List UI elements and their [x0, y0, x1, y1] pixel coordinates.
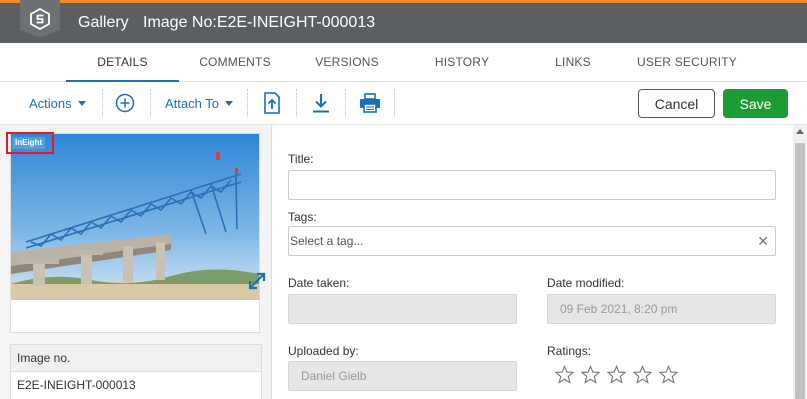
- tab-links[interactable]: LINKS: [533, 43, 613, 82]
- print-icon: [360, 93, 380, 113]
- cancel-button[interactable]: Cancel: [638, 89, 715, 118]
- details-form: Title: Tags: Select a tag... ✕ Date take…: [273, 125, 793, 399]
- toolbar-divider: [102, 89, 103, 117]
- upload-file-icon: [264, 92, 280, 114]
- clear-icon[interactable]: ✕: [757, 233, 769, 250]
- rating-stars[interactable]: [555, 365, 678, 384]
- star-icon[interactable]: [555, 365, 574, 384]
- tags-label: Tags:: [288, 210, 317, 224]
- watermark-highlight: InEight: [6, 132, 54, 154]
- actions-label: Actions: [29, 95, 72, 111]
- print-button[interactable]: [359, 82, 381, 124]
- uploaded-by-label: Uploaded by:: [288, 344, 359, 358]
- page-title: Image No:E2E-INEIGHT-000013: [143, 14, 376, 31]
- title-bar: Gallery Image No:E2E-INEIGHT-000013: [0, 0, 807, 43]
- star-icon[interactable]: [581, 365, 600, 384]
- attach-to-label: Attach To: [165, 95, 219, 111]
- table-cell: E2E-INEIGHT-000013: [17, 378, 136, 392]
- image-info-table: Image no. E2E-INEIGHT-000013: [10, 344, 262, 399]
- image-preview[interactable]: [11, 134, 259, 300]
- chevron-down-icon: [224, 100, 233, 106]
- tab-history[interactable]: HISTORY: [412, 43, 512, 82]
- star-icon[interactable]: [659, 365, 678, 384]
- company-badge: InEight: [12, 137, 46, 149]
- tags-select[interactable]: Select a tag... ✕: [288, 226, 776, 256]
- attach-to-dropdown[interactable]: Attach To: [165, 82, 233, 124]
- table-header: Image no.: [11, 345, 261, 372]
- section-title: Gallery: [78, 14, 129, 31]
- date-modified-field: 09 Feb 2021, 8:20 pm: [547, 294, 776, 324]
- title-label: Title:: [288, 152, 314, 166]
- star-icon[interactable]: [633, 365, 652, 384]
- ratings-label: Ratings:: [547, 344, 592, 358]
- tab-comments[interactable]: COMMENTS: [185, 43, 285, 82]
- add-button[interactable]: [115, 82, 135, 124]
- toolbar-divider: [247, 89, 248, 117]
- tags-placeholder: Select a tag...: [290, 234, 364, 248]
- scroll-thumb[interactable]: [795, 143, 805, 399]
- app-logo-icon[interactable]: [20, 0, 60, 38]
- download-icon: [313, 94, 329, 113]
- tab-bar: DETAILS COMMENTS VERSIONS HISTORY LINKS …: [0, 43, 807, 82]
- image-card: [10, 133, 266, 333]
- scroll-up-arrow-icon[interactable]: [796, 129, 804, 134]
- save-button[interactable]: Save: [723, 89, 788, 118]
- vertical-scrollbar[interactable]: [793, 125, 807, 399]
- chevron-down-icon: [77, 100, 86, 106]
- tab-details[interactable]: DETAILS: [66, 43, 179, 82]
- date-taken-field: [288, 294, 517, 324]
- uploaded-by-field: Daniel Gielb: [288, 361, 517, 391]
- add-circle-icon: [115, 93, 135, 113]
- download-button[interactable]: [311, 82, 331, 124]
- toolbar-divider: [394, 89, 395, 117]
- title-input[interactable]: [288, 170, 776, 200]
- date-taken-label: Date taken:: [288, 276, 350, 290]
- toolbar-divider: [150, 89, 151, 117]
- star-icon[interactable]: [607, 365, 626, 384]
- upload-button[interactable]: [263, 82, 281, 124]
- toolbar: Actions Attach To Cancel Save: [0, 82, 807, 125]
- tab-user-security[interactable]: USER SECURITY: [632, 43, 742, 82]
- tab-versions[interactable]: VERSIONS: [297, 43, 397, 82]
- image-panel: InEight Image no. E2E-INEIGHT-000013: [0, 125, 272, 399]
- toolbar-divider: [345, 89, 346, 117]
- expand-icon[interactable]: [245, 269, 269, 293]
- toolbar-divider: [296, 89, 297, 117]
- actions-dropdown[interactable]: Actions: [29, 82, 86, 124]
- date-modified-label: Date modified:: [547, 276, 625, 290]
